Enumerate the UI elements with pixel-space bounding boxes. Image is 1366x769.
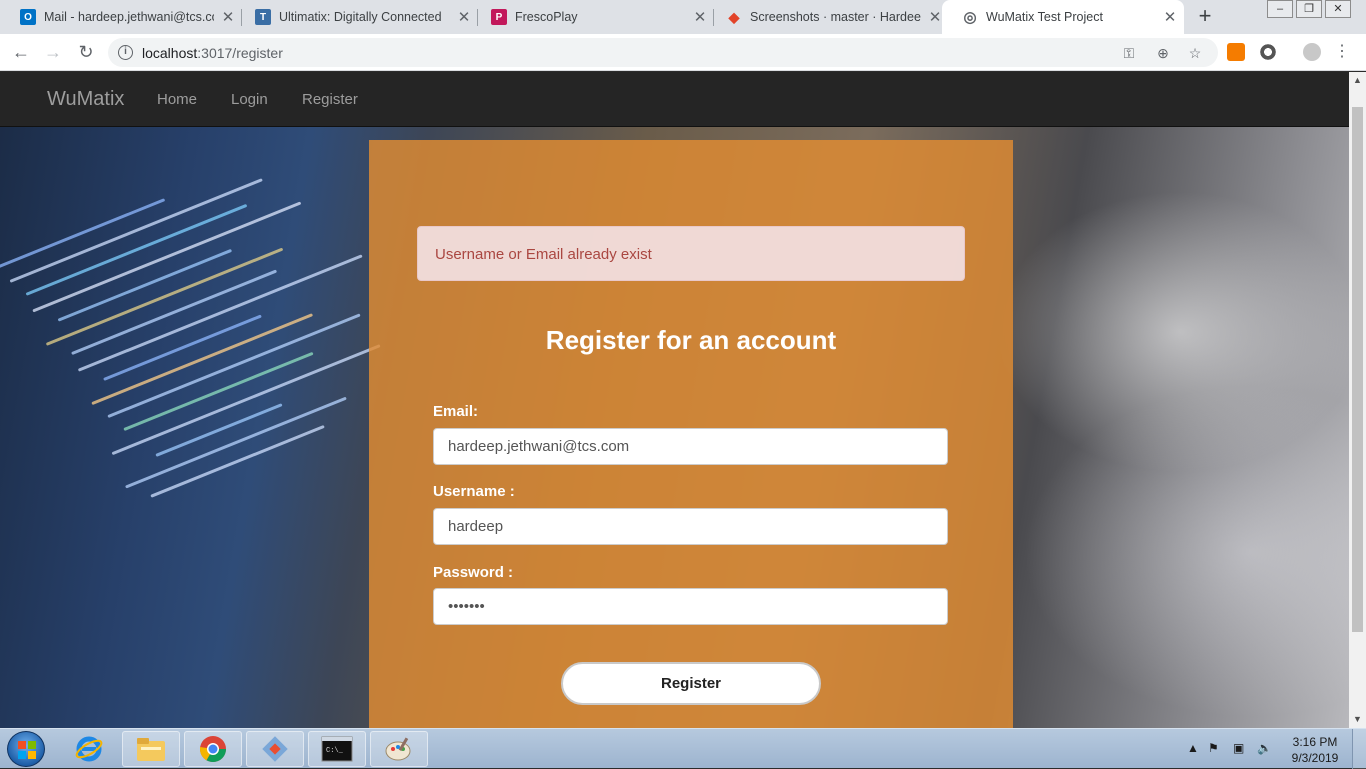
- frescoplay-icon: P: [491, 9, 507, 25]
- forward-icon[interactable]: →: [41, 40, 65, 64]
- email-label: Email:: [433, 403, 479, 420]
- restore-button[interactable]: ❐: [1296, 0, 1322, 18]
- command-prompt-icon[interactable]: C:\_: [308, 731, 366, 767]
- git-icon[interactable]: [246, 731, 304, 767]
- action-center-flag-icon[interactable]: ⚑: [1208, 741, 1219, 755]
- volume-icon[interactable]: 🔈: [1257, 741, 1272, 755]
- clock-time: 3:16 PM: [1292, 735, 1338, 749]
- scrollbar-thumb[interactable]: [1352, 107, 1363, 632]
- reload-icon[interactable]: ↻: [74, 40, 98, 64]
- tab-ultimatix[interactable]: T Ultimatix: Digitally Connected ✕: [235, 0, 478, 34]
- windows-taskbar: C:\_ ▲ ⚑ ▣ 🔈 3:16 PM 9/3/2019: [0, 728, 1366, 769]
- tab-frescoplay[interactable]: P FrescoPlay ✕: [471, 0, 714, 34]
- taskbar-clock[interactable]: 3:16 PM 9/3/2019: [1290, 734, 1340, 766]
- key-icon[interactable]: ⚿: [1120, 44, 1138, 62]
- extension-icon-2[interactable]: [1259, 43, 1277, 61]
- register-panel: Username or Email already exist Register…: [369, 140, 1013, 728]
- tata-icon: T: [255, 9, 271, 25]
- username-label: Username :: [433, 483, 515, 500]
- tab-gitlab[interactable]: ◆ Screenshots · master · Hardeep J ✕: [706, 0, 949, 34]
- tab-title: Ultimatix: Digitally Connected: [279, 10, 442, 24]
- error-alert: Username or Email already exist: [417, 226, 965, 281]
- username-field[interactable]: [433, 508, 948, 545]
- chrome-icon[interactable]: [184, 731, 242, 767]
- tab-title: WuMatix Test Project: [986, 10, 1103, 24]
- profile-avatar-icon[interactable]: [1303, 43, 1321, 61]
- browser-tabstrip: O Mail - hardeep.jethwani@tcs.cor ✕ T Ul…: [0, 0, 1366, 34]
- start-button[interactable]: [7, 731, 45, 767]
- internet-explorer-icon[interactable]: [60, 731, 118, 767]
- page-title: Register for an account: [545, 325, 837, 355]
- nav-register-link[interactable]: Register: [302, 91, 358, 108]
- site-info-icon[interactable]: i: [118, 45, 133, 60]
- tab-title: Screenshots · master · Hardeep J: [750, 10, 921, 24]
- address-bar[interactable]: i localhost:3017/register ⚿ ⊕ ☆: [108, 38, 1218, 67]
- close-window-button[interactable]: ✕: [1325, 0, 1351, 18]
- tab-title: FrescoPlay: [515, 10, 578, 24]
- tab-mail[interactable]: O Mail - hardeep.jethwani@tcs.cor ✕: [0, 0, 242, 34]
- tray-expand-icon[interactable]: ▲: [1187, 741, 1199, 755]
- register-button[interactable]: Register: [561, 662, 821, 705]
- gitlab-icon: ◆: [728, 8, 740, 25]
- password-field[interactable]: [433, 588, 948, 625]
- scroll-down-icon[interactable]: ▼: [1349, 711, 1366, 728]
- browser-toolbar: ← → ↻ i localhost:3017/register ⚿ ⊕ ☆ ⋮: [0, 34, 1366, 71]
- back-icon[interactable]: ←: [9, 40, 33, 64]
- error-alert-text: Username or Email already exist: [435, 246, 652, 263]
- site-brand[interactable]: WuMatix: [47, 88, 124, 111]
- tab-title: Mail - hardeep.jethwani@tcs.cor: [44, 10, 214, 24]
- clock-date: 9/3/2019: [1291, 751, 1339, 765]
- url-text[interactable]: localhost:3017/register: [142, 45, 283, 61]
- page-viewport: WuMatix Home Login Register Username or …: [0, 72, 1349, 728]
- new-tab-button[interactable]: +: [1192, 4, 1218, 30]
- globe-icon: ◎: [963, 9, 977, 26]
- paint-icon[interactable]: [370, 731, 428, 767]
- bookmark-star-icon[interactable]: ☆: [1186, 44, 1204, 62]
- svg-text:C:\_: C:\_: [326, 747, 344, 755]
- tab-close-icon[interactable]: ✕: [1156, 8, 1184, 26]
- extension-icon[interactable]: [1227, 43, 1245, 61]
- scroll-up-icon[interactable]: ▲: [1349, 72, 1366, 89]
- window-controls: – ❐ ✕: [1264, 0, 1351, 20]
- minimize-button[interactable]: –: [1267, 0, 1293, 18]
- windows-logo-icon: [18, 741, 36, 759]
- page-scrollbar[interactable]: ▲ ▼: [1349, 72, 1366, 728]
- site-navbar: WuMatix Home Login Register: [0, 72, 1349, 127]
- menu-kebab-icon[interactable]: ⋮: [1333, 43, 1351, 61]
- network-icon[interactable]: ▣: [1233, 741, 1244, 755]
- tab-wumatix[interactable]: ◎ WuMatix Test Project ✕: [942, 0, 1184, 34]
- nav-login-link[interactable]: Login: [231, 91, 268, 108]
- email-field[interactable]: [433, 428, 948, 465]
- outlook-icon: O: [20, 9, 36, 25]
- zoom-icon[interactable]: ⊕: [1154, 44, 1172, 62]
- file-explorer-icon[interactable]: [122, 731, 180, 767]
- nav-home-link[interactable]: Home: [157, 91, 197, 108]
- show-desktop-button[interactable]: [1352, 729, 1366, 769]
- password-label: Password :: [433, 564, 514, 581]
